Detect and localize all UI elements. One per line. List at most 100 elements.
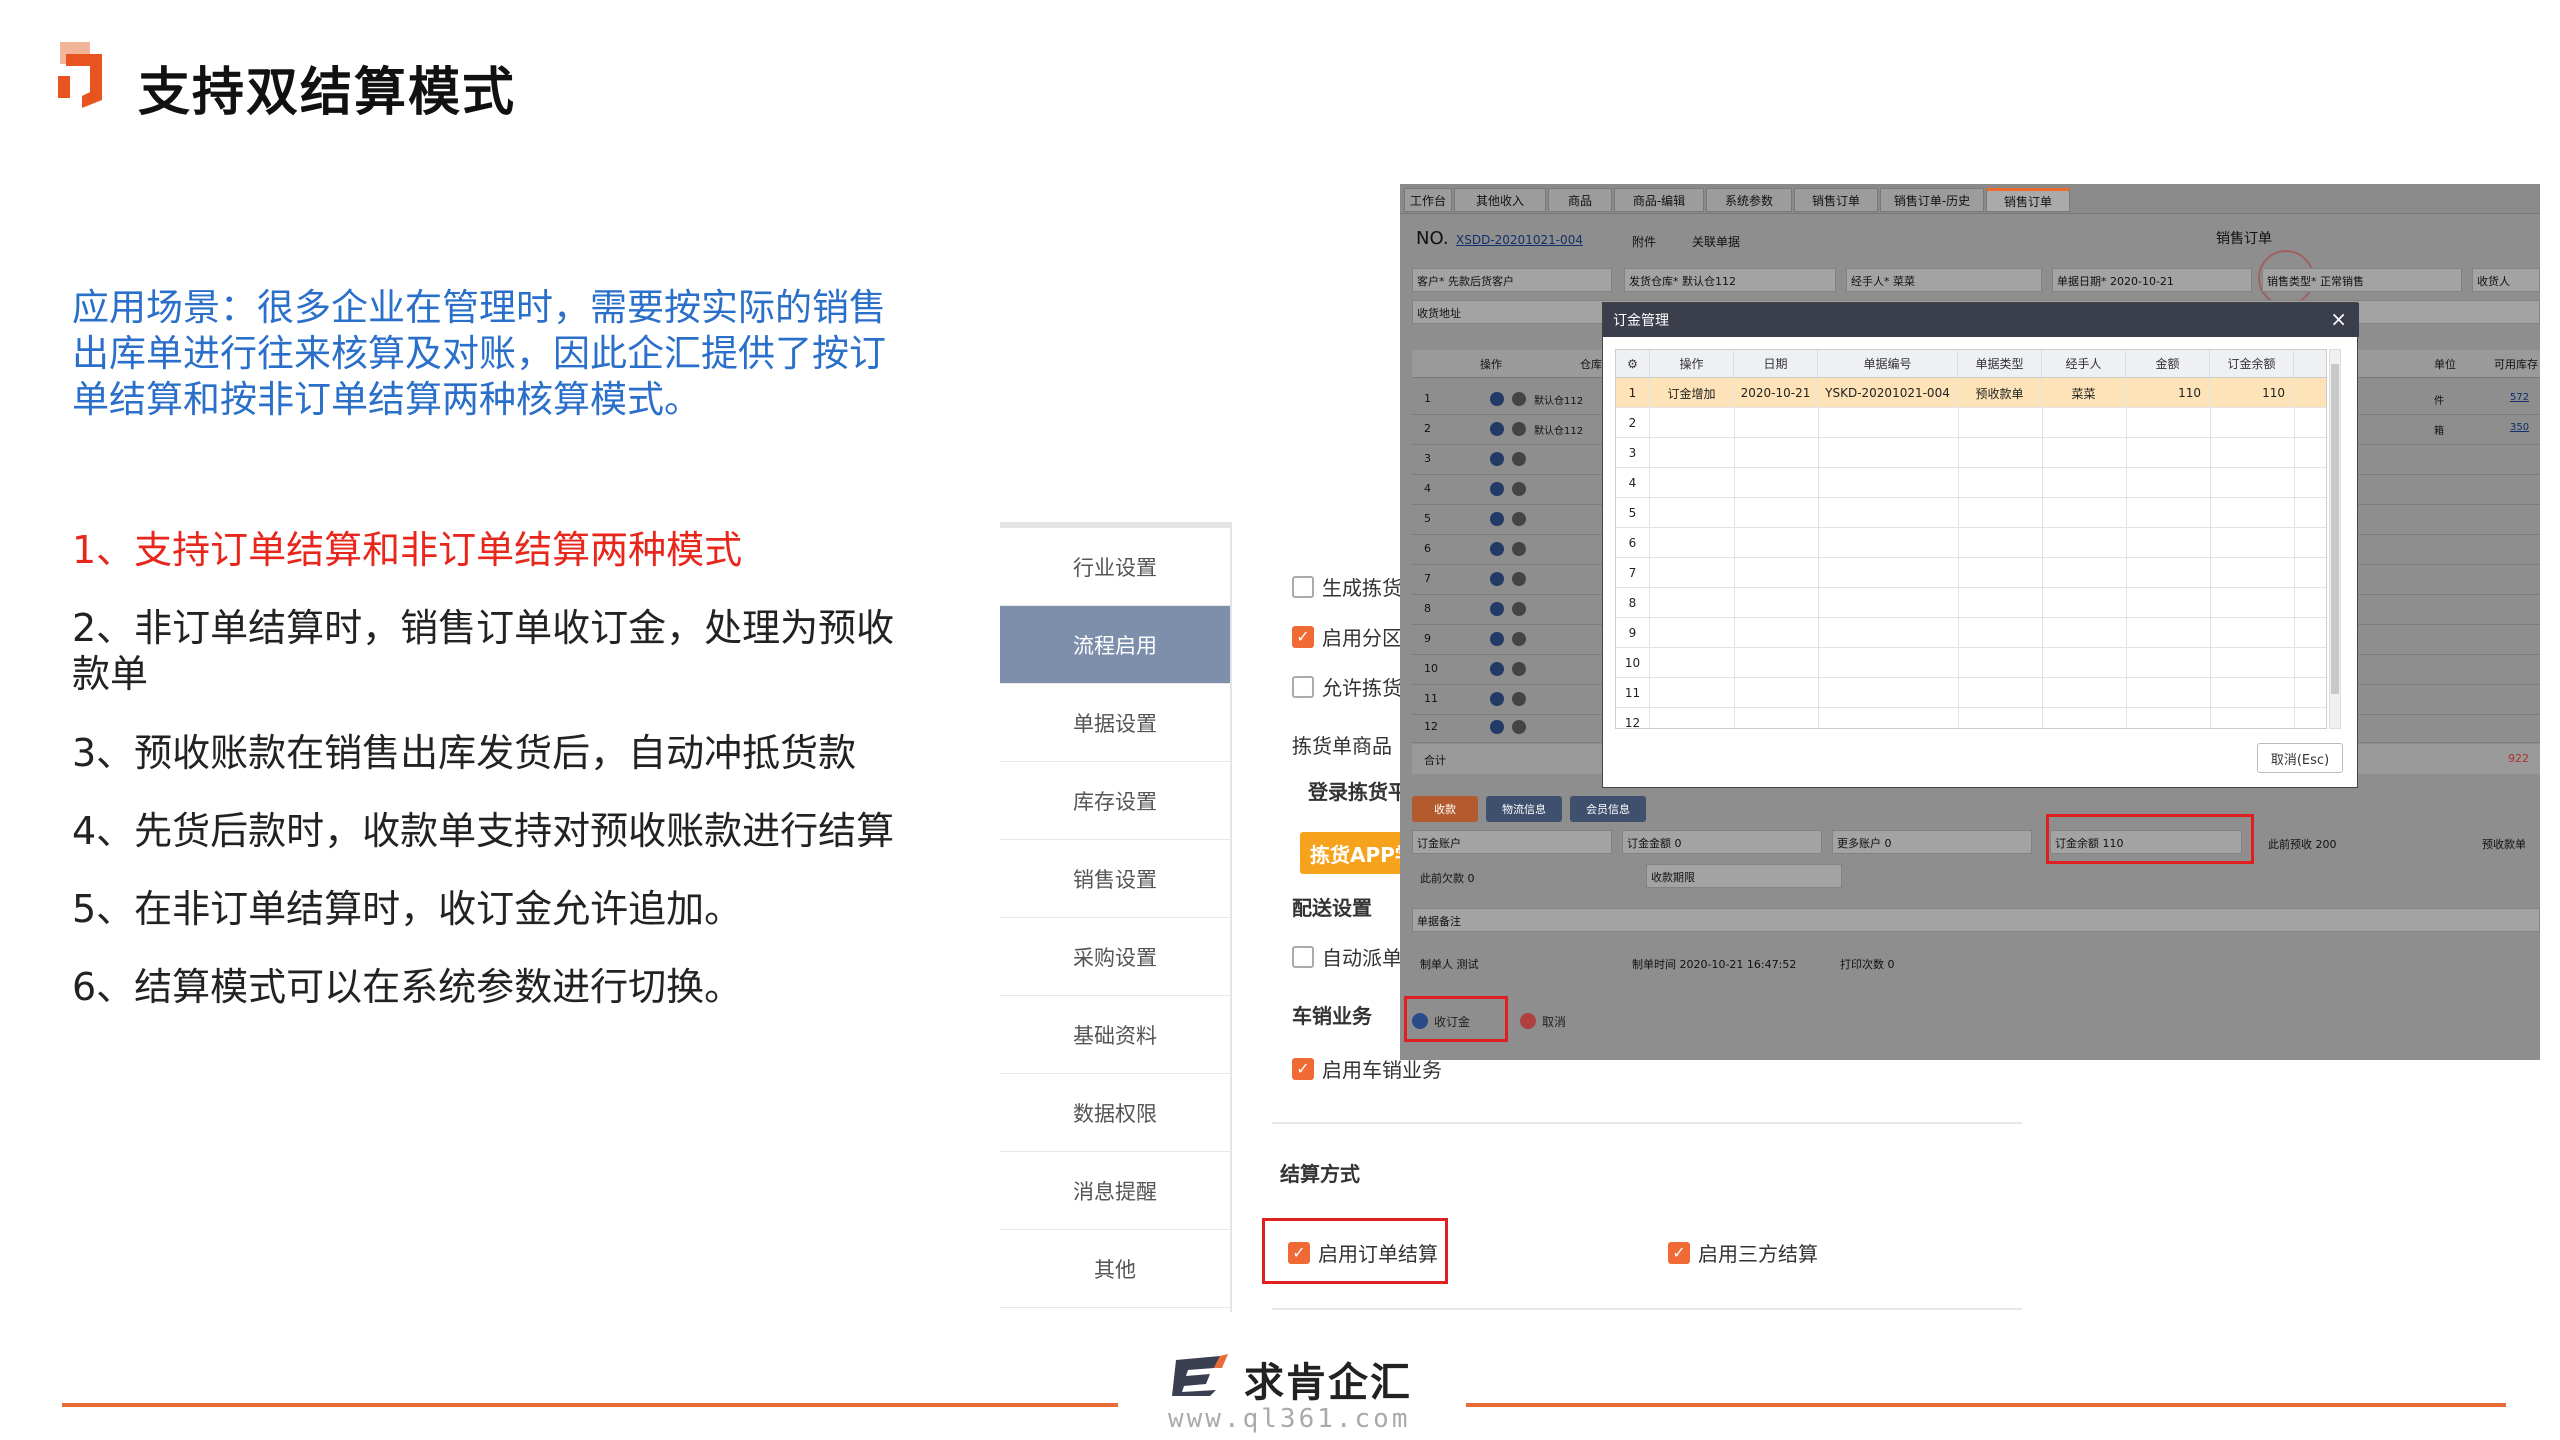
table-row[interactable]: 12 — [1616, 708, 2326, 728]
sidebar-item-process[interactable]: 流程启用 — [1000, 606, 1230, 684]
add-row-icon[interactable] — [1490, 572, 1504, 586]
sidebar-item-purchase[interactable]: 采购设置 — [1000, 918, 1230, 996]
gen-pick-checkbox[interactable]: 生成拣货 — [1292, 572, 1402, 601]
delete-row-icon[interactable] — [1512, 662, 1526, 676]
row-number: 7 — [1616, 558, 1650, 588]
table-row[interactable]: 2 — [1616, 408, 2326, 438]
prior-owe-text: 此前欠款 0 — [1420, 872, 1475, 885]
add-row-icon[interactable] — [1490, 720, 1504, 734]
date-field[interactable]: 单据日期* 2020-10-21 — [2052, 268, 2252, 292]
add-row-icon[interactable] — [1490, 662, 1504, 676]
allow-pick-checkbox[interactable]: 允许拣货 — [1292, 672, 1402, 701]
auto-dispatch-checkbox[interactable]: 自动派单 — [1292, 942, 1402, 971]
grid-row-stock[interactable]: 572 — [2510, 392, 2529, 403]
grid-row-number: 3 — [1424, 452, 1431, 465]
tab-sales-order-active[interactable]: 销售订单 — [1986, 188, 2070, 212]
enable-zone-checkbox[interactable]: ✓ 启用分区 — [1292, 622, 1402, 651]
more-accounts-field[interactable]: 更多账户 0 — [1832, 830, 2032, 854]
deposit-account-field[interactable]: 订金账户 — [1412, 830, 1612, 854]
add-row-icon[interactable] — [1490, 392, 1504, 406]
sidebar-item-notifications[interactable]: 消息提醒 — [1000, 1152, 1230, 1230]
dialog-cancel-button[interactable]: 取消(Esc) — [2257, 743, 2343, 773]
cell-divider — [2294, 408, 2295, 438]
handler-field[interactable]: 经手人* 菜菜 — [1846, 268, 2042, 292]
add-row-icon[interactable] — [1490, 422, 1504, 436]
cell-divider — [2126, 678, 2127, 708]
cell-divider — [2210, 588, 2211, 618]
related-docs-link[interactable]: 关联单据 — [1692, 233, 1740, 250]
tab-sales-order-history[interactable]: 销售订单-历史 — [1880, 188, 1984, 212]
table-row[interactable]: 6 — [1616, 528, 2326, 558]
sales-type-select[interactable]: 销售类型* 正常销售 — [2262, 268, 2462, 292]
deposit-amount-field[interactable]: 订金金额 0 — [1622, 830, 1822, 854]
cell-divider — [2126, 708, 2127, 728]
order-no-value[interactable]: XSDD-20201021-004 — [1456, 233, 1583, 247]
sidebar-item-inventory[interactable]: 库存设置 — [1000, 762, 1230, 840]
tab-workbench[interactable]: 工作台 — [1404, 188, 1452, 212]
tab-receipt[interactable]: 收款 — [1412, 796, 1478, 822]
table-row[interactable]: 4 — [1616, 468, 2326, 498]
delete-row-icon[interactable] — [1512, 542, 1526, 556]
cell-divider — [1734, 468, 1735, 498]
col-header: 订金余额 — [2210, 350, 2294, 378]
sidebar-item-industry[interactable]: 行业设置 — [1000, 528, 1230, 606]
tab-sales-order[interactable]: 销售订单 — [1794, 188, 1878, 212]
tab-goods-edit[interactable]: 商品-编辑 — [1614, 188, 1704, 212]
sidebar-item-sales[interactable]: 销售设置 — [1000, 840, 1230, 918]
table-row[interactable]: 7 — [1616, 558, 2326, 588]
dialog-title: 订金管理 — [1613, 313, 1669, 329]
settings-gear-icon[interactable]: ⚙ — [1616, 350, 1650, 378]
scrollbar-thumb[interactable] — [2331, 364, 2339, 694]
tab-member[interactable]: 会员信息 — [1570, 796, 1646, 822]
warehouse-field[interactable]: 发货仓库* 默认仓112 — [1624, 268, 1836, 292]
customer-field[interactable]: 客户* 先款后货客户 — [1412, 268, 1612, 292]
brand-logo-icon — [1172, 1354, 1228, 1396]
sidebar-item-permissions[interactable]: 数据权限 — [1000, 1074, 1230, 1152]
delete-row-icon[interactable] — [1512, 632, 1526, 646]
delete-row-icon[interactable] — [1512, 512, 1526, 526]
grid-row-stock[interactable]: 350 — [2510, 422, 2529, 433]
delete-row-icon[interactable] — [1512, 572, 1526, 586]
delete-row-icon[interactable] — [1512, 392, 1526, 406]
table-row[interactable]: 9 — [1616, 618, 2326, 648]
close-icon[interactable]: × — [2330, 307, 2347, 331]
order-cancel-button[interactable]: 取消 — [1520, 1006, 1600, 1036]
delete-row-icon[interactable] — [1512, 422, 1526, 436]
attach-link[interactable]: 附件 — [1632, 233, 1656, 250]
delete-row-icon[interactable] — [1512, 692, 1526, 706]
cell-divider — [2042, 708, 2043, 728]
table-row[interactable]: 3 — [1616, 438, 2326, 468]
tab-other-income[interactable]: 其他收入 — [1454, 188, 1546, 212]
dialog-scrollbar[interactable] — [2329, 349, 2341, 729]
add-row-icon[interactable] — [1490, 542, 1504, 556]
table-row[interactable]: 11 — [1616, 678, 2326, 708]
sidebar-item-other[interactable]: 其他 — [1000, 1230, 1230, 1308]
add-row-icon[interactable] — [1490, 512, 1504, 526]
table-row[interactable]: 5 — [1616, 498, 2326, 528]
third-party-checkbox[interactable]: ✓ 启用三方结算 — [1668, 1238, 1818, 1267]
delete-row-icon[interactable] — [1512, 482, 1526, 496]
add-row-icon[interactable] — [1490, 632, 1504, 646]
tab-system-params[interactable]: 系统参数 — [1706, 188, 1792, 212]
tab-goods[interactable]: 商品 — [1548, 188, 1612, 212]
add-row-icon[interactable] — [1490, 692, 1504, 706]
feature-item-3: 3、预收账款在销售出库发货后，自动冲抵货款 — [72, 731, 857, 775]
add-row-icon[interactable] — [1490, 482, 1504, 496]
delete-row-icon[interactable] — [1512, 720, 1526, 734]
brand-url: www.ql361.com — [1168, 1404, 1411, 1434]
sidebar-item-basic-data[interactable]: 基础资料 — [1000, 996, 1230, 1074]
table-row[interactable]: 8 — [1616, 588, 2326, 618]
delete-row-icon[interactable] — [1512, 602, 1526, 616]
table-row[interactable]: 10 — [1616, 648, 2326, 678]
add-row-icon[interactable] — [1490, 452, 1504, 466]
sidebar-item-document[interactable]: 单据设置 — [1000, 684, 1230, 762]
tab-logistics[interactable]: 物流信息 — [1486, 796, 1562, 822]
cell-divider — [2042, 468, 2043, 498]
remarks-field[interactable]: 单据备注 — [1412, 908, 2540, 932]
grid-row-warehouse: 默认仓112 — [1534, 426, 1584, 437]
add-row-icon[interactable] — [1490, 602, 1504, 616]
due-date-field[interactable]: 收款期限 — [1646, 864, 1842, 888]
table-row[interactable]: 1 订金增加 2020-10-21 YSKD-20201021-004 预收款单… — [1616, 378, 2326, 408]
receiver-field[interactable]: 收货人 — [2472, 268, 2540, 292]
delete-row-icon[interactable] — [1512, 452, 1526, 466]
